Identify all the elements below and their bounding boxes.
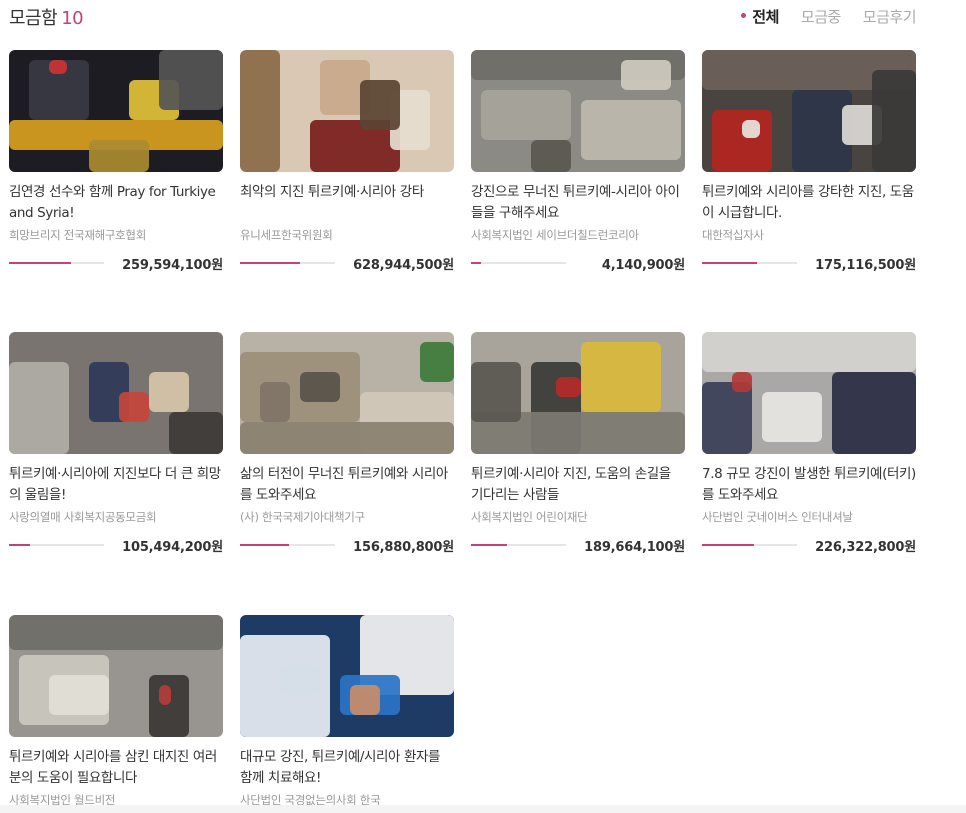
- progress-fill: [9, 262, 71, 264]
- fundraiser-card[interactable]: 최악의 지진 튀르키예·시리아 강타유니세프한국위원회 628,944,500원: [240, 50, 454, 273]
- card-organization: 사단법인 굿네이버스 인터내셔날: [702, 510, 853, 524]
- card-title[interactable]: 최악의 지진 튀르키예·시리아 강타: [240, 182, 454, 224]
- tab-reviews[interactable]: 모금후기: [863, 6, 917, 27]
- card-title[interactable]: 삶의 터전이 무너진 튀르키예와 시리아를 도와주세요: [240, 464, 454, 506]
- card-organization: 사회복지법인 세이브더칠드런코리아: [471, 228, 639, 242]
- fundraiser-card[interactable]: 튀르키예·시리아에 지진보다 더 큰 희망의 울림을! 사랑의열매 사회복지공동모…: [9, 332, 223, 555]
- progress-track: [240, 262, 335, 264]
- card-progress: 226,322,800원: [702, 536, 916, 555]
- progress-track: [9, 262, 104, 264]
- card-progress: 156,880,800원: [240, 536, 454, 555]
- raised-amount: 628,944,500원: [353, 258, 454, 273]
- progress-fill: [471, 544, 508, 546]
- card-title[interactable]: 튀르키예와 시리아를 강타한 지진, 도움이 시급합니다.: [702, 182, 916, 224]
- raised-amount: 105,494,200원: [122, 540, 223, 555]
- fundraiser-card[interactable]: 7.8 규모 강진이 발생한 튀르키예(터키)를 도와주세요사단법인 굿네이버스…: [702, 332, 916, 555]
- card-organization: 희망브리지 전국재해구호협회: [9, 228, 146, 242]
- tab-all[interactable]: 전체: [741, 6, 779, 27]
- card-progress: 628,944,500원: [240, 254, 454, 273]
- card-thumbnail[interactable]: [471, 332, 685, 454]
- photo-thumbnail: [9, 50, 223, 172]
- progress-track: [240, 544, 335, 546]
- card-progress: 4,140,900원: [471, 254, 685, 273]
- card-thumbnail[interactable]: [9, 332, 223, 454]
- photo-thumbnail: [240, 615, 454, 737]
- card-thumbnail[interactable]: [9, 615, 223, 737]
- card-title[interactable]: 튀르키예·시리아 지진, 도움의 손길을 기다리는 사람들: [471, 464, 685, 506]
- card-title[interactable]: 강진으로 무너진 튀르키예-시리아 아이들을 구해주세요: [471, 182, 685, 224]
- card-title[interactable]: 김연경 선수와 함께 Pray for Turkiye and Syria!: [9, 182, 223, 224]
- card-progress: 189,664,100원: [471, 536, 685, 555]
- raised-amount: 156,880,800원: [353, 540, 454, 555]
- fundraiser-card[interactable]: 대규모 강진, 튀르키예/시리아 환자를 함께 치료해요! 사단법인 국경없는의사…: [240, 615, 454, 808]
- card-thumbnail[interactable]: [240, 615, 454, 737]
- card-progress: 105,494,200원: [9, 536, 223, 555]
- card-organization: 유니세프한국위원회: [240, 228, 333, 242]
- card-progress: 259,594,100원: [9, 254, 223, 273]
- card-progress: 175,116,500원: [702, 254, 916, 273]
- raised-amount: 259,594,100원: [122, 258, 223, 273]
- card-organization: 대한적십자사: [702, 228, 764, 242]
- photo-thumbnail: [702, 332, 916, 454]
- card-thumbnail[interactable]: [702, 50, 916, 172]
- fundraiser-card[interactable]: 튀르키예·시리아 지진, 도움의 손길을 기다리는 사람들사회복지법인 어린이재…: [471, 332, 685, 555]
- filter-tabs: 전체 모금중 모금후기: [741, 6, 917, 27]
- photo-thumbnail: [702, 50, 916, 172]
- card-thumbnail[interactable]: [240, 50, 454, 172]
- raised-amount: 4,140,900원: [601, 258, 685, 273]
- card-title[interactable]: 튀르키예와 시리아를 삼킨 대지진 여러분의 도움이 필요합니다: [9, 747, 223, 789]
- photo-thumbnail: [240, 332, 454, 454]
- photo-thumbnail: [471, 50, 685, 172]
- fundraiser-card[interactable]: 튀르키예와 시리아를 강타한 지진, 도움이 시급합니다. 대한적십자사 175,1…: [702, 50, 916, 273]
- photo-thumbnail: [9, 615, 223, 737]
- fundraiser-card[interactable]: 김연경 선수와 함께 Pray for Turkiye and Syria! 희망…: [9, 50, 223, 273]
- tab-in-progress[interactable]: 모금중: [801, 6, 841, 27]
- progress-track: [702, 544, 797, 546]
- progress-fill: [702, 544, 755, 546]
- page-title-label: 모금함: [9, 8, 58, 29]
- raised-amount: 226,322,800원: [815, 540, 916, 555]
- photo-thumbnail: [9, 332, 223, 454]
- fundraiser-card[interactable]: 삶의 터전이 무너진 튀르키예와 시리아를 도와주세요 (사) 한국국제기아대책기…: [240, 332, 454, 555]
- photo-thumbnail: [471, 332, 685, 454]
- progress-track: [471, 544, 566, 546]
- page-title: 모금함 10: [9, 4, 84, 30]
- fundraiser-card[interactable]: 튀르키예와 시리아를 삼킨 대지진 여러분의 도움이 필요합니다 사회복지법인 월…: [9, 615, 223, 808]
- card-organization: 사회복지법인 어린이재단: [471, 510, 588, 524]
- card-title[interactable]: 튀르키예·시리아에 지진보다 더 큰 희망의 울림을!: [9, 464, 223, 506]
- raised-amount: 189,664,100원: [584, 540, 685, 555]
- fundraiser-card[interactable]: 강진으로 무너진 튀르키예-시리아 아이들을 구해주세요사회복지법인 세이브더칠…: [471, 50, 685, 273]
- fundraising-count: 10: [61, 8, 84, 29]
- progress-fill: [240, 544, 290, 546]
- progress-track: [471, 262, 566, 264]
- card-title[interactable]: 대규모 강진, 튀르키예/시리아 환자를 함께 치료해요!: [240, 747, 454, 789]
- progress-track: [9, 544, 104, 546]
- raised-amount: 175,116,500원: [815, 258, 916, 273]
- card-title[interactable]: 7.8 규모 강진이 발생한 튀르키예(터키)를 도와주세요: [702, 464, 916, 506]
- card-thumbnail[interactable]: [9, 50, 223, 172]
- card-thumbnail[interactable]: [471, 50, 685, 172]
- progress-fill: [9, 544, 30, 546]
- card-thumbnail[interactable]: [702, 332, 916, 454]
- photo-thumbnail: [240, 50, 454, 172]
- progress-track: [702, 262, 797, 264]
- fundraising-header: 모금함 10 전체 모금중 모금후기: [9, 4, 917, 30]
- page-bottom-edge: [0, 805, 966, 813]
- card-organization: (사) 한국국제기아대책기구: [240, 510, 365, 524]
- progress-fill: [702, 262, 758, 264]
- progress-fill: [240, 262, 300, 264]
- card-thumbnail[interactable]: [240, 332, 454, 454]
- progress-fill: [471, 262, 481, 264]
- card-organization: 사랑의열매 사회복지공동모금회: [9, 510, 157, 524]
